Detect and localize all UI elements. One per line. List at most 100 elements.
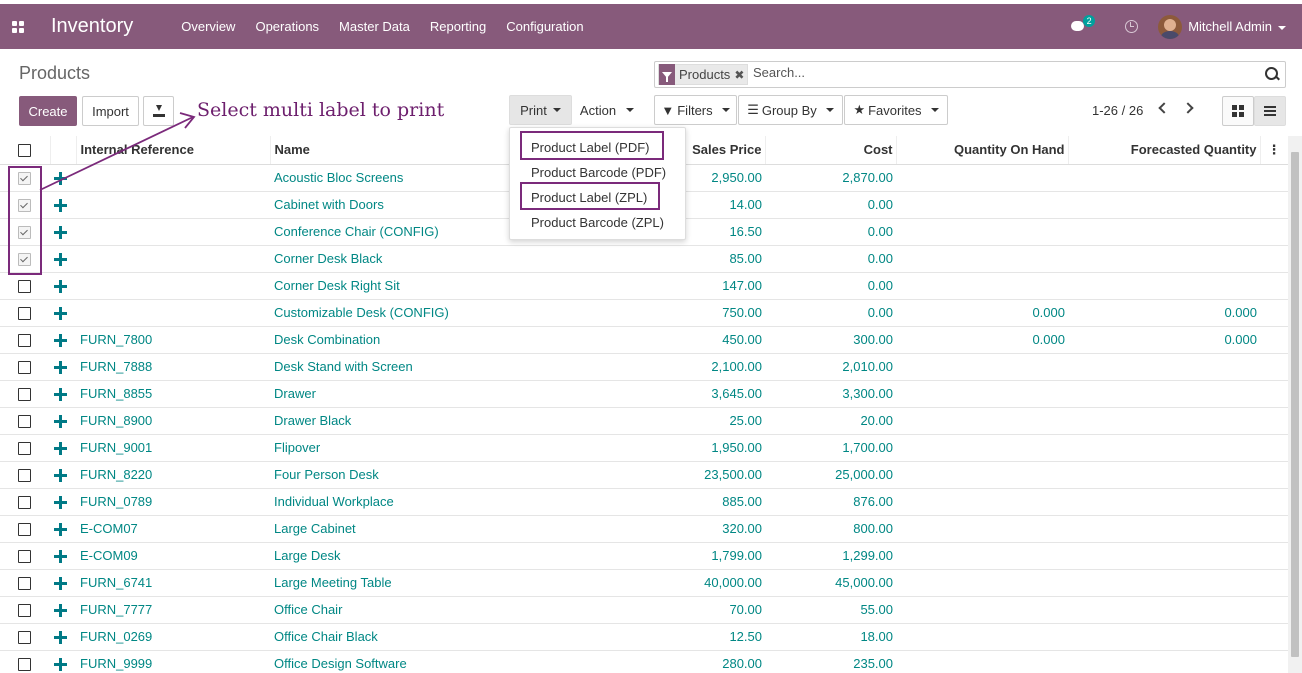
table-row[interactable]: FURN_7800 Desk Combination 450.00 300.00 0.0… xyxy=(0,326,1288,354)
forecasted-quantity-cell[interactable] xyxy=(1068,380,1260,408)
move-handle-icon[interactable] xyxy=(54,280,67,294)
move-handle-icon[interactable] xyxy=(54,361,67,375)
kanban-view-button[interactable] xyxy=(1222,96,1254,126)
move-handle-icon[interactable] xyxy=(54,496,67,510)
cost-cell[interactable]: 0.00 xyxy=(765,272,896,300)
sales-price-cell[interactable]: 1,950.00 xyxy=(528,434,765,462)
menu-master-data[interactable]: Master Data xyxy=(339,19,410,34)
sales-price-cell[interactable]: 1,799.00 xyxy=(528,542,765,570)
column-header-quantity-on-hand[interactable]: Quantity On Hand xyxy=(896,136,1069,165)
internal-reference-cell[interactable]: FURN_8855 xyxy=(76,380,270,408)
sales-price-cell[interactable]: 85.00 xyxy=(528,245,765,273)
table-row[interactable]: FURN_8855 Drawer 3,645.00 3,300.00 xyxy=(0,380,1288,408)
move-handle-icon[interactable] xyxy=(54,631,67,645)
name-cell[interactable]: Drawer Black xyxy=(270,407,528,435)
quantity-on-hand-cell[interactable] xyxy=(896,164,1068,192)
name-cell[interactable]: Customizable Desk (CONFIG) xyxy=(270,299,528,327)
internal-reference-cell[interactable] xyxy=(76,272,270,300)
cost-cell[interactable]: 2,870.00 xyxy=(765,164,896,192)
name-cell[interactable]: Large Desk xyxy=(270,542,528,570)
table-row[interactable]: FURN_6741 Large Meeting Table 40,000.00 45,… xyxy=(0,569,1288,597)
internal-reference-cell[interactable]: FURN_8900 xyxy=(76,407,270,435)
row-checkbox[interactable] xyxy=(18,388,31,402)
cost-cell[interactable]: 3,300.00 xyxy=(765,380,896,408)
drag-handle[interactable] xyxy=(50,407,76,435)
cost-cell[interactable]: 25,000.00 xyxy=(765,461,896,489)
row-checkbox[interactable] xyxy=(18,361,31,375)
cost-cell[interactable]: 2,010.00 xyxy=(765,353,896,381)
forecasted-quantity-cell[interactable] xyxy=(1068,461,1260,489)
sales-price-cell[interactable]: 23,500.00 xyxy=(528,461,765,489)
row-checkbox[interactable] xyxy=(18,334,31,348)
internal-reference-cell[interactable]: FURN_0269 xyxy=(76,623,270,651)
drag-handle[interactable] xyxy=(50,272,76,300)
table-row[interactable]: FURN_7777 Office Chair 70.00 55.00 xyxy=(0,596,1288,624)
quantity-on-hand-cell[interactable] xyxy=(896,542,1068,570)
row-checkbox[interactable] xyxy=(18,415,31,429)
name-cell[interactable]: Large Meeting Table xyxy=(270,569,528,597)
move-handle-icon[interactable] xyxy=(54,199,67,213)
name-cell[interactable]: Corner Desk Right Sit xyxy=(270,272,528,300)
row-checkbox[interactable] xyxy=(18,631,31,645)
quantity-on-hand-cell[interactable]: 0.000 xyxy=(896,299,1068,327)
quantity-on-hand-cell[interactable]: 0.000 xyxy=(896,326,1068,354)
optional-columns-toggle[interactable]: ⋮ xyxy=(1260,136,1288,165)
forecasted-quantity-cell[interactable] xyxy=(1068,650,1260,673)
drag-handle[interactable] xyxy=(50,164,76,192)
cost-cell[interactable]: 1,700.00 xyxy=(765,434,896,462)
move-handle-icon[interactable] xyxy=(54,523,67,537)
cost-cell[interactable]: 20.00 xyxy=(765,407,896,435)
quantity-on-hand-cell[interactable] xyxy=(896,488,1068,516)
menu-overview[interactable]: Overview xyxy=(181,19,235,34)
column-header-internal-reference[interactable]: Internal Reference xyxy=(76,136,271,165)
favorites-button[interactable]: ★ Favorites xyxy=(844,95,948,125)
user-menu[interactable]: Mitchell Admin xyxy=(1188,19,1286,34)
drag-handle[interactable] xyxy=(50,218,76,246)
chat-icon[interactable]: 2 xyxy=(1071,14,1096,33)
move-handle-icon[interactable] xyxy=(54,577,67,591)
sales-price-cell[interactable]: 280.00 xyxy=(528,650,765,673)
forecasted-quantity-cell[interactable] xyxy=(1068,623,1260,651)
move-handle-icon[interactable] xyxy=(54,334,67,348)
internal-reference-cell[interactable]: FURN_9001 xyxy=(76,434,270,462)
download-button[interactable] xyxy=(143,96,174,126)
table-row[interactable]: FURN_8220 Four Person Desk 23,500.00 25,000… xyxy=(0,461,1288,489)
row-checkbox[interactable] xyxy=(18,523,31,537)
sales-price-cell[interactable]: 885.00 xyxy=(528,488,765,516)
drag-handle[interactable] xyxy=(50,245,76,273)
row-checkbox[interactable] xyxy=(18,307,31,321)
drag-handle[interactable] xyxy=(50,623,76,651)
table-row[interactable]: Corner Desk Black 85.00 0.00 xyxy=(0,245,1288,273)
internal-reference-cell[interactable]: FURN_9999 xyxy=(76,650,270,673)
cost-cell[interactable]: 0.00 xyxy=(765,191,896,219)
table-row[interactable]: FURN_0269 Office Chair Black 12.50 18.00 xyxy=(0,623,1288,651)
table-row[interactable]: FURN_9999 Office Design Software 280.00 235… xyxy=(0,650,1288,673)
quantity-on-hand-cell[interactable] xyxy=(896,272,1068,300)
move-handle-icon[interactable] xyxy=(54,604,67,618)
chevron-left-icon[interactable] xyxy=(1158,102,1170,114)
internal-reference-cell[interactable] xyxy=(76,164,270,192)
row-checkbox[interactable] xyxy=(18,577,31,591)
menu-product-barcode-zpl[interactable]: Product Barcode (ZPL) xyxy=(531,215,664,230)
drag-handle[interactable] xyxy=(50,488,76,516)
create-button[interactable]: Create xyxy=(19,96,77,126)
name-cell[interactable]: Corner Desk Black xyxy=(270,245,528,273)
row-checkbox[interactable] xyxy=(18,442,31,456)
name-cell[interactable]: Four Person Desk xyxy=(270,461,528,489)
cost-cell[interactable]: 0.00 xyxy=(765,299,896,327)
sales-price-cell[interactable]: 147.00 xyxy=(528,272,765,300)
print-button[interactable]: Print xyxy=(509,95,572,125)
select-all-checkbox[interactable] xyxy=(18,144,31,158)
quantity-on-hand-cell[interactable] xyxy=(896,245,1068,273)
move-handle-icon[interactable] xyxy=(54,469,67,483)
facet-remove-icon[interactable]: ✖ xyxy=(734,68,747,82)
internal-reference-cell[interactable] xyxy=(76,191,270,219)
quantity-on-hand-cell[interactable] xyxy=(896,569,1068,597)
internal-reference-cell[interactable]: FURN_7800 xyxy=(76,326,270,354)
forecasted-quantity-cell[interactable] xyxy=(1068,272,1260,300)
name-cell[interactable]: Conference Chair (CONFIG) xyxy=(270,218,528,246)
name-cell[interactable]: Office Chair Black xyxy=(270,623,528,651)
column-header-name[interactable]: Name xyxy=(270,136,529,165)
cost-cell[interactable]: 18.00 xyxy=(765,623,896,651)
list-view-button[interactable] xyxy=(1254,96,1286,126)
